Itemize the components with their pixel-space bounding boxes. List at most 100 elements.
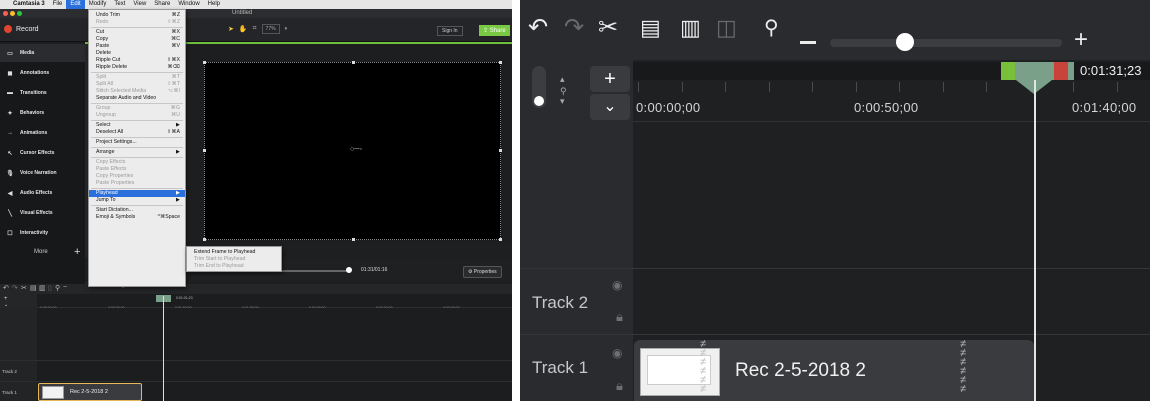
- playhead-line[interactable]: [1034, 80, 1036, 401]
- playhead-submenu-item: Trim End to Playhead: [194, 263, 244, 269]
- rotation-handle-icon[interactable]: ○─◦: [350, 146, 362, 153]
- menu-edit[interactable]: Edit: [66, 0, 85, 9]
- more-tools-button[interactable]: More +: [0, 244, 85, 260]
- canvas-handle[interactable]: [352, 238, 355, 241]
- edit-menu-item-delete[interactable]: Delete: [89, 50, 185, 57]
- zoom-window-icon[interactable]: [17, 11, 22, 16]
- edit-menu-item-playhead[interactable]: Playhead ▶: [89, 190, 185, 197]
- zoom-out-icon[interactable]: −: [63, 284, 67, 291]
- edit-menu-item-undo-trim[interactable]: Undo Trim ⌘Z: [89, 12, 185, 19]
- app-menu[interactable]: Camtasia 3: [9, 0, 49, 9]
- share-button[interactable]: ⇪ Share: [479, 25, 510, 36]
- arrow-tool-icon[interactable]: ➤: [228, 25, 234, 33]
- zoom-search-icon[interactable]: ⚲: [764, 16, 779, 40]
- add-tool-icon[interactable]: +: [74, 244, 80, 260]
- canvas-handle[interactable]: [203, 238, 206, 241]
- sidebar-item-transitions[interactable]: ▬ Transitions: [0, 84, 85, 102]
- sidebar-item-annotations[interactable]: ◼ Annotations: [0, 64, 85, 82]
- timeline-clip[interactable]: ≠ ≠ ≠ ≠ ≠ ≠ Rec 2-5-2018 2 ≠ ≠ ≠ ≠ ≠ ≠: [634, 339, 1034, 401]
- timeline-clip[interactable]: Rec 2-5-2018 2: [38, 383, 142, 401]
- sign-in-button[interactable]: Sign In: [437, 26, 463, 36]
- edit-menu-item-project-settings[interactable]: Project Settings...: [89, 139, 185, 146]
- copy-icon[interactable]: ▤: [30, 284, 37, 292]
- record-button[interactable]: Record: [4, 25, 39, 33]
- undo-icon[interactable]: ↶: [528, 16, 548, 40]
- add-track-button[interactable]: +: [590, 66, 630, 92]
- canvas-handle[interactable]: [499, 238, 502, 241]
- eye-icon[interactable]: ◉: [612, 346, 622, 360]
- sidebar-item-animations[interactable]: → Animations: [0, 124, 85, 142]
- canvas-handle[interactable]: [499, 149, 502, 152]
- edit-menu-item-ripple-cut[interactable]: Ripple Cut ⇧⌘X: [89, 57, 185, 64]
- edit-menu-item-select[interactable]: Select ▶: [89, 122, 185, 129]
- sidebar-item-audio-effects[interactable]: ◀ Audio Effects: [0, 184, 85, 202]
- track-height-knob[interactable]: [534, 96, 544, 106]
- eye-icon[interactable]: ◉: [612, 278, 622, 292]
- edit-menu-item-arrange[interactable]: Arrange ▶: [89, 149, 185, 156]
- split-icon[interactable]: ◫: [716, 16, 737, 40]
- paste-icon[interactable]: ▥: [39, 284, 46, 292]
- canvas-handle[interactable]: [203, 61, 206, 64]
- track-2-label: Track 2: [532, 293, 589, 312]
- sidebar-item-behaviors[interactable]: ✦ Behaviors: [0, 104, 85, 122]
- menu-window[interactable]: Window: [174, 0, 203, 9]
- zoom-slider[interactable]: [830, 39, 1062, 47]
- close-window-icon[interactable]: [3, 11, 8, 16]
- zoom-select[interactable]: 77%: [261, 24, 280, 34]
- crop-tool-icon[interactable]: ⌗: [253, 25, 257, 33]
- edit-menu-item-jump-to[interactable]: Jump To ▶: [89, 197, 185, 204]
- sidebar-item-voice-narration[interactable]: 🎙 Voice Narration: [0, 164, 85, 182]
- edit-menu-item-emoji-symbols[interactable]: Emoji & Symbols ^⌘Space: [89, 214, 185, 221]
- sidebar-item-cursor-effects[interactable]: ↖ Cursor Effects: [0, 144, 85, 162]
- edit-menu-item-paste[interactable]: Paste ⌘V: [89, 43, 185, 50]
- edit-menu-item-copy[interactable]: Copy ⌘C: [89, 36, 185, 43]
- canvas-handle[interactable]: [203, 149, 206, 152]
- lock-icon[interactable]: 🔒︎: [616, 378, 623, 394]
- collapse-tracks-button[interactable]: ⌄: [590, 94, 630, 120]
- minimize-window-icon[interactable]: [10, 11, 15, 16]
- split-icon[interactable]: ▯: [48, 284, 52, 292]
- sidebar-item-media[interactable]: ▭ Media: [0, 44, 85, 62]
- menu-modify[interactable]: Modify: [85, 0, 111, 9]
- ruler-tick: [768, 82, 770, 92]
- zoom-search-icon[interactable]: ⚲: [55, 284, 60, 292]
- zoom-out-icon[interactable]: [800, 41, 816, 44]
- canvas-handle[interactable]: [499, 61, 502, 64]
- scrubber-knob[interactable]: [346, 267, 352, 273]
- menu-item-label: Ripple Delete: [96, 64, 128, 70]
- undo-icon[interactable]: ↶: [3, 284, 9, 292]
- clip-thumbnail: [640, 348, 720, 396]
- properties-button[interactable]: ⚙ Properties: [463, 266, 502, 278]
- menu-file[interactable]: File: [49, 0, 67, 9]
- redo-icon[interactable]: ↷: [564, 16, 584, 40]
- copy-icon[interactable]: ▤: [640, 16, 661, 40]
- edit-menu-item-cut[interactable]: Cut ⌘X: [89, 29, 185, 36]
- edit-menu-item-paste-effects: Paste Effects: [89, 166, 185, 173]
- playhead-in-handle[interactable]: [1001, 62, 1015, 80]
- playhead-submenu-item[interactable]: Extend Frame to Playhead: [187, 249, 281, 256]
- scissors-icon[interactable]: ✂: [21, 284, 27, 292]
- canvas-handle[interactable]: [352, 61, 355, 64]
- playhead-line[interactable]: [163, 296, 164, 401]
- edit-menu-item-deselect-all[interactable]: Deselect All ⇧⌘A: [89, 129, 185, 136]
- edit-menu-item-ripple-delete[interactable]: Ripple Delete ⌘⌫: [89, 64, 185, 71]
- edit-menu-item-separate-audio-and-video[interactable]: Separate Audio and Video: [89, 95, 185, 102]
- zoom-dropdown-icon[interactable]: ▾: [285, 26, 288, 32]
- paste-icon[interactable]: ▥: [680, 16, 701, 40]
- lock-icon[interactable]: 🔒︎: [616, 309, 623, 325]
- scissors-icon[interactable]: ✂: [598, 16, 618, 40]
- menu-text[interactable]: Text: [110, 0, 129, 9]
- redo-icon[interactable]: ↷: [12, 284, 18, 292]
- plus-icon: +: [604, 68, 616, 90]
- playhead-out-handle[interactable]: [1054, 62, 1068, 80]
- sidebar-item-interactivity[interactable]: ☐ Interactivity: [0, 224, 85, 242]
- menu-view[interactable]: View: [129, 0, 150, 9]
- menu-help[interactable]: Help: [204, 0, 224, 9]
- pan-tool-icon[interactable]: ✋: [239, 25, 248, 33]
- menu-share[interactable]: Share: [150, 0, 174, 9]
- menu-item-label: Paste Properties: [96, 180, 135, 186]
- zoom-slider-knob[interactable]: [896, 33, 914, 51]
- sidebar-item-visual-effects[interactable]: ╲ Visual Effects: [0, 204, 85, 222]
- zoom-in-icon[interactable]: +: [1074, 28, 1088, 52]
- edit-menu-item-start-dictation[interactable]: Start Dictation...: [89, 207, 185, 214]
